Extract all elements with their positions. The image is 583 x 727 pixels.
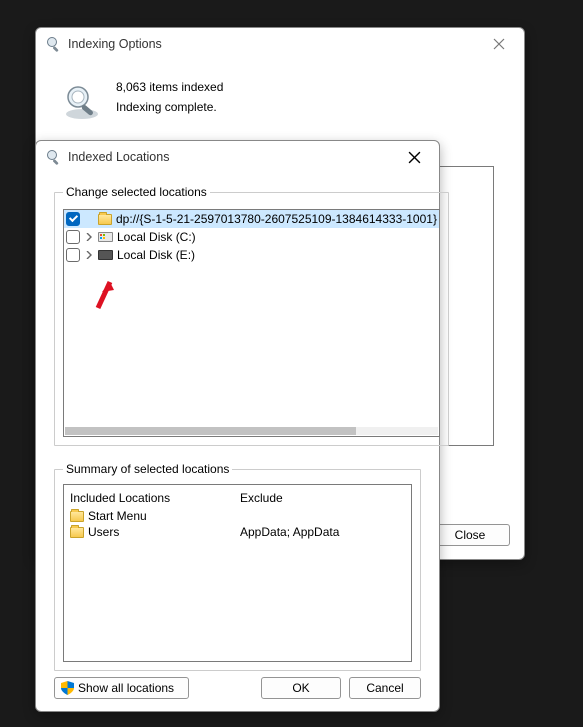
included-header: Included Locations xyxy=(70,491,228,505)
titlebar: Indexing Options xyxy=(36,28,524,60)
items-indexed-text: 8,063 items indexed xyxy=(116,80,223,94)
horizontal-scrollbar[interactable] xyxy=(65,427,438,435)
shield-icon xyxy=(61,681,74,695)
locations-tree[interactable]: dp://{S-1-5-21-2597013780-2607525109-138… xyxy=(63,209,440,437)
cancel-button[interactable]: Cancel xyxy=(349,677,421,699)
tree-row[interactable]: Local Disk (E:) xyxy=(64,246,439,264)
summary-legend: Summary of selected locations xyxy=(63,462,232,476)
location-checkbox[interactable] xyxy=(66,248,80,262)
location-checkbox[interactable] xyxy=(66,230,80,244)
exclude-label: AppData; AppData xyxy=(240,525,339,539)
indexing-status-text: Indexing complete. xyxy=(116,100,223,114)
show-all-locations-button[interactable]: Show all locations xyxy=(54,677,189,699)
ok-button[interactable]: OK xyxy=(261,677,341,699)
location-checkbox[interactable] xyxy=(66,212,80,226)
exclude-header: Exclude xyxy=(240,491,405,505)
included-row[interactable]: Users xyxy=(70,524,228,540)
included-label: Start Menu xyxy=(88,509,147,523)
exclude-row: AppData; AppData xyxy=(240,524,405,540)
change-locations-group: Change selected locations dp://{S-1-5-21… xyxy=(54,185,449,446)
chevron-right-icon[interactable] xyxy=(84,232,94,242)
chevron-right-icon[interactable] xyxy=(84,250,94,260)
indexing-options-icon xyxy=(46,36,62,52)
change-locations-legend: Change selected locations xyxy=(63,185,210,199)
annotation-arrow xyxy=(92,278,122,314)
indexed-locations-window: Indexed Locations Change selected locati… xyxy=(35,140,440,712)
folder-icon xyxy=(70,511,84,522)
drive-icon xyxy=(98,250,113,260)
tree-row[interactable]: Local Disk (C:) xyxy=(64,228,439,246)
summary-listbox[interactable]: Included Locations Start Menu Users Exclu… xyxy=(63,484,412,662)
tree-item-label: dp://{S-1-5-21-2597013780-2607525109-138… xyxy=(116,212,437,226)
drive-icon xyxy=(98,232,113,242)
close-button[interactable]: Close xyxy=(430,524,510,546)
folder-icon xyxy=(70,527,84,538)
folder-icon xyxy=(98,214,112,225)
indexed-locations-icon xyxy=(46,149,62,165)
window-title: Indexing Options xyxy=(68,37,162,51)
tree-item-label: Local Disk (E:) xyxy=(117,248,195,262)
exclude-row xyxy=(240,508,405,524)
window-title: Indexed Locations xyxy=(68,150,169,164)
magnifier-icon xyxy=(62,82,102,122)
titlebar: Indexed Locations xyxy=(36,141,439,173)
tree-item-label: Local Disk (C:) xyxy=(117,230,196,244)
close-icon[interactable] xyxy=(399,147,429,167)
close-icon[interactable] xyxy=(484,34,514,54)
included-label: Users xyxy=(88,525,119,539)
included-row[interactable]: Start Menu xyxy=(70,508,228,524)
tree-row[interactable]: dp://{S-1-5-21-2597013780-2607525109-138… xyxy=(64,210,439,228)
summary-group: Summary of selected locations Included L… xyxy=(54,462,421,671)
